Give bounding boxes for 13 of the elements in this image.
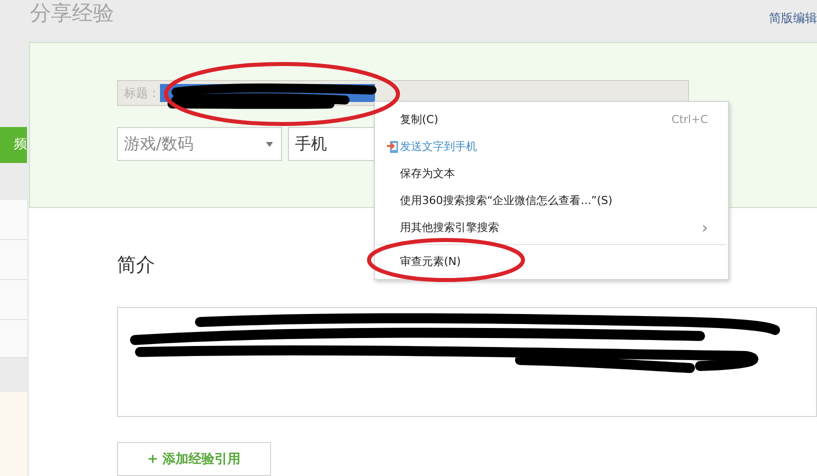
menu-item[interactable]: 用其他搜索引擎搜索 › bbox=[375, 214, 728, 241]
page-heading: 分享经验 bbox=[30, 0, 114, 26]
menu-item[interactable]: 保存为文本 bbox=[375, 160, 728, 187]
menu-item[interactable]: 使用360搜索搜索“企业微信怎么查看...”(S) bbox=[375, 187, 728, 214]
menu-item[interactable]: 复制(C) Ctrl+C bbox=[375, 106, 728, 133]
simple-editor-link[interactable]: 简版编辑 bbox=[769, 10, 817, 27]
caret-icon bbox=[266, 142, 273, 146]
menu-item[interactable]: 审查元素(N) bbox=[375, 248, 728, 275]
phone-icon bbox=[387, 139, 399, 153]
intro-text-area[interactable] bbox=[117, 307, 817, 417]
menu-item[interactable]: 发送文字到手机 bbox=[375, 133, 728, 160]
section-heading: 简介 bbox=[117, 253, 155, 278]
category-select[interactable]: 游戏/数码 bbox=[117, 127, 282, 161]
